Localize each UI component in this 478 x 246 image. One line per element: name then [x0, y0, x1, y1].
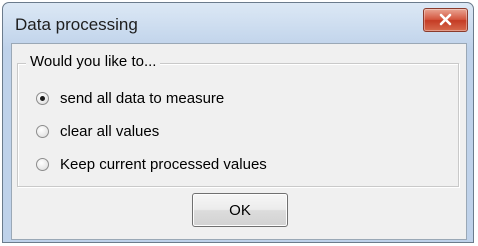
dialog-title: Data processing	[15, 15, 138, 34]
title-bar[interactable]: Data processing	[3, 3, 473, 43]
dialog-window: Data processing Would you like to... sen…	[2, 2, 474, 243]
close-x-icon	[439, 13, 452, 26]
dialog-body: Would you like to... send all data to me…	[11, 43, 467, 240]
radio-clear-all-values[interactable]	[36, 124, 49, 138]
group-legend: Would you like to...	[26, 53, 161, 70]
ok-button[interactable]: OK	[192, 193, 288, 227]
option-keep-current-values[interactable]: Keep current processed values	[36, 153, 267, 175]
close-button[interactable]	[423, 8, 468, 32]
option-clear-all-values[interactable]: clear all values	[36, 120, 159, 142]
option-label: send all data to measure	[60, 89, 225, 107]
option-label: clear all values	[60, 122, 160, 140]
radio-keep-current-values[interactable]	[36, 157, 49, 171]
option-send-all-data[interactable]: send all data to measure	[36, 87, 224, 109]
option-label: Keep current processed values	[60, 155, 267, 173]
radio-send-all-data[interactable]	[36, 91, 49, 105]
